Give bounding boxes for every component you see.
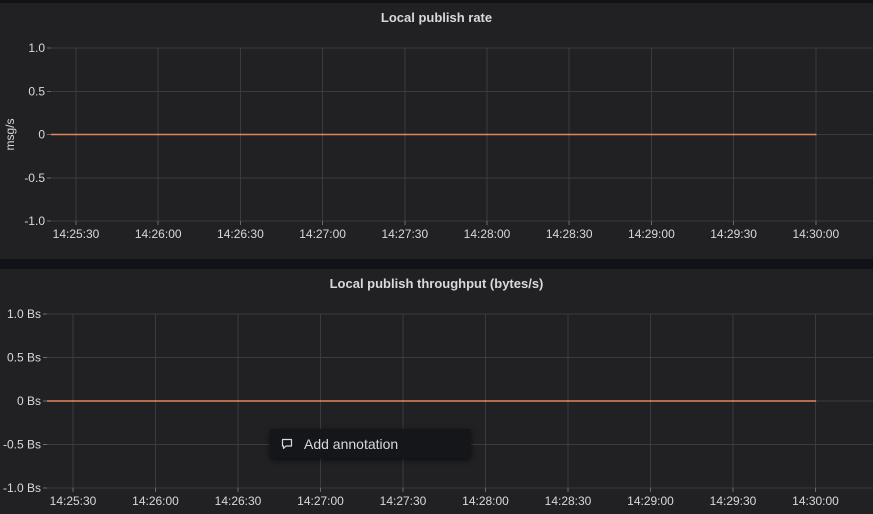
y-tick-label: 0 Bs	[17, 394, 41, 408]
data-point	[814, 400, 817, 402]
data-point	[732, 133, 735, 136]
x-tick-label: 14:27:30	[381, 227, 428, 241]
y-tick-label: -1.0 Bs	[3, 481, 41, 495]
data-point	[239, 133, 242, 136]
x-tick-label: 14:26:00	[132, 494, 179, 508]
panel-local-publish-rate[interactable]: Local publish rate 1.0 0.5 0 -0.5 -1.0 14:25:…	[0, 3, 873, 259]
data-point	[319, 400, 322, 402]
x-tick-label: 14:30:00	[792, 227, 839, 241]
data-point	[321, 133, 324, 136]
x-tick-label: 14:29:00	[628, 227, 675, 241]
x-tick-label: 14:27:00	[299, 227, 346, 241]
x-tick-label: 14:28:30	[546, 227, 593, 241]
data-point	[567, 400, 569, 402]
x-tick-label: 14:25:30	[50, 494, 97, 508]
x-tick-label: 14:29:30	[710, 227, 757, 241]
add-annotation-label: Add annotation	[304, 435, 399, 452]
x-tick-label: 14:28:00	[464, 227, 511, 241]
chart-local-publish-throughput[interactable]: 1.0 Bs 0.5 Bs 0 Bs -0.5 Bs -1.0 Bs 14:25:30 14…	[0, 269, 873, 514]
data-point	[72, 400, 74, 402]
x-tick-label: 14:27:30	[380, 494, 427, 508]
y-tick-label: 0.5 Bs	[7, 351, 41, 365]
x-tick-label: 14:25:30	[53, 227, 100, 241]
x-tick-label: 14:26:30	[217, 227, 264, 241]
data-point	[157, 133, 159, 136]
data-point	[815, 133, 817, 136]
panel-local-publish-throughput[interactable]: Local publish throughput (bytes/s) 1.0 B…	[0, 269, 873, 514]
data-point	[486, 133, 488, 136]
y-axis-label: msg/s	[3, 118, 17, 150]
y-tick-label: -1.0	[24, 214, 45, 228]
data-point	[402, 400, 404, 402]
data-point	[484, 400, 487, 402]
y-tick-label: 1.0 Bs	[7, 307, 41, 321]
x-tick-label: 14:26:00	[135, 227, 182, 241]
y-tick-label: -0.5	[24, 171, 45, 185]
x-tick-label: 14:26:30	[215, 494, 262, 508]
data-point	[237, 400, 239, 402]
y-tick-label: 1.0	[28, 41, 45, 55]
data-point	[404, 133, 406, 136]
data-point	[568, 133, 570, 136]
x-tick-label: 14:30:00	[792, 494, 839, 508]
x-tick-label: 14:28:00	[462, 494, 509, 508]
data-point	[649, 400, 652, 402]
add-annotation-menu-item[interactable]: Add annotation	[270, 429, 471, 458]
x-tick-label: 14:29:30	[710, 494, 757, 508]
data-point	[650, 133, 653, 136]
y-tick-label: -0.5 Bs	[3, 438, 41, 452]
data-point	[732, 400, 734, 402]
data-point	[154, 400, 157, 402]
x-tick-label: 14:28:30	[545, 494, 592, 508]
x-tick-label: 14:29:00	[627, 494, 674, 508]
y-tick-label: 0.5	[28, 84, 45, 98]
y-tick-label: 0	[38, 128, 45, 142]
chart-local-publish-rate[interactable]: 1.0 0.5 0 -0.5 -1.0 14:25:30 14:26:00 14:26:30 1…	[0, 3, 873, 259]
x-tick-label: 14:27:00	[297, 494, 344, 508]
data-point	[75, 133, 77, 136]
comment-icon	[281, 437, 295, 451]
